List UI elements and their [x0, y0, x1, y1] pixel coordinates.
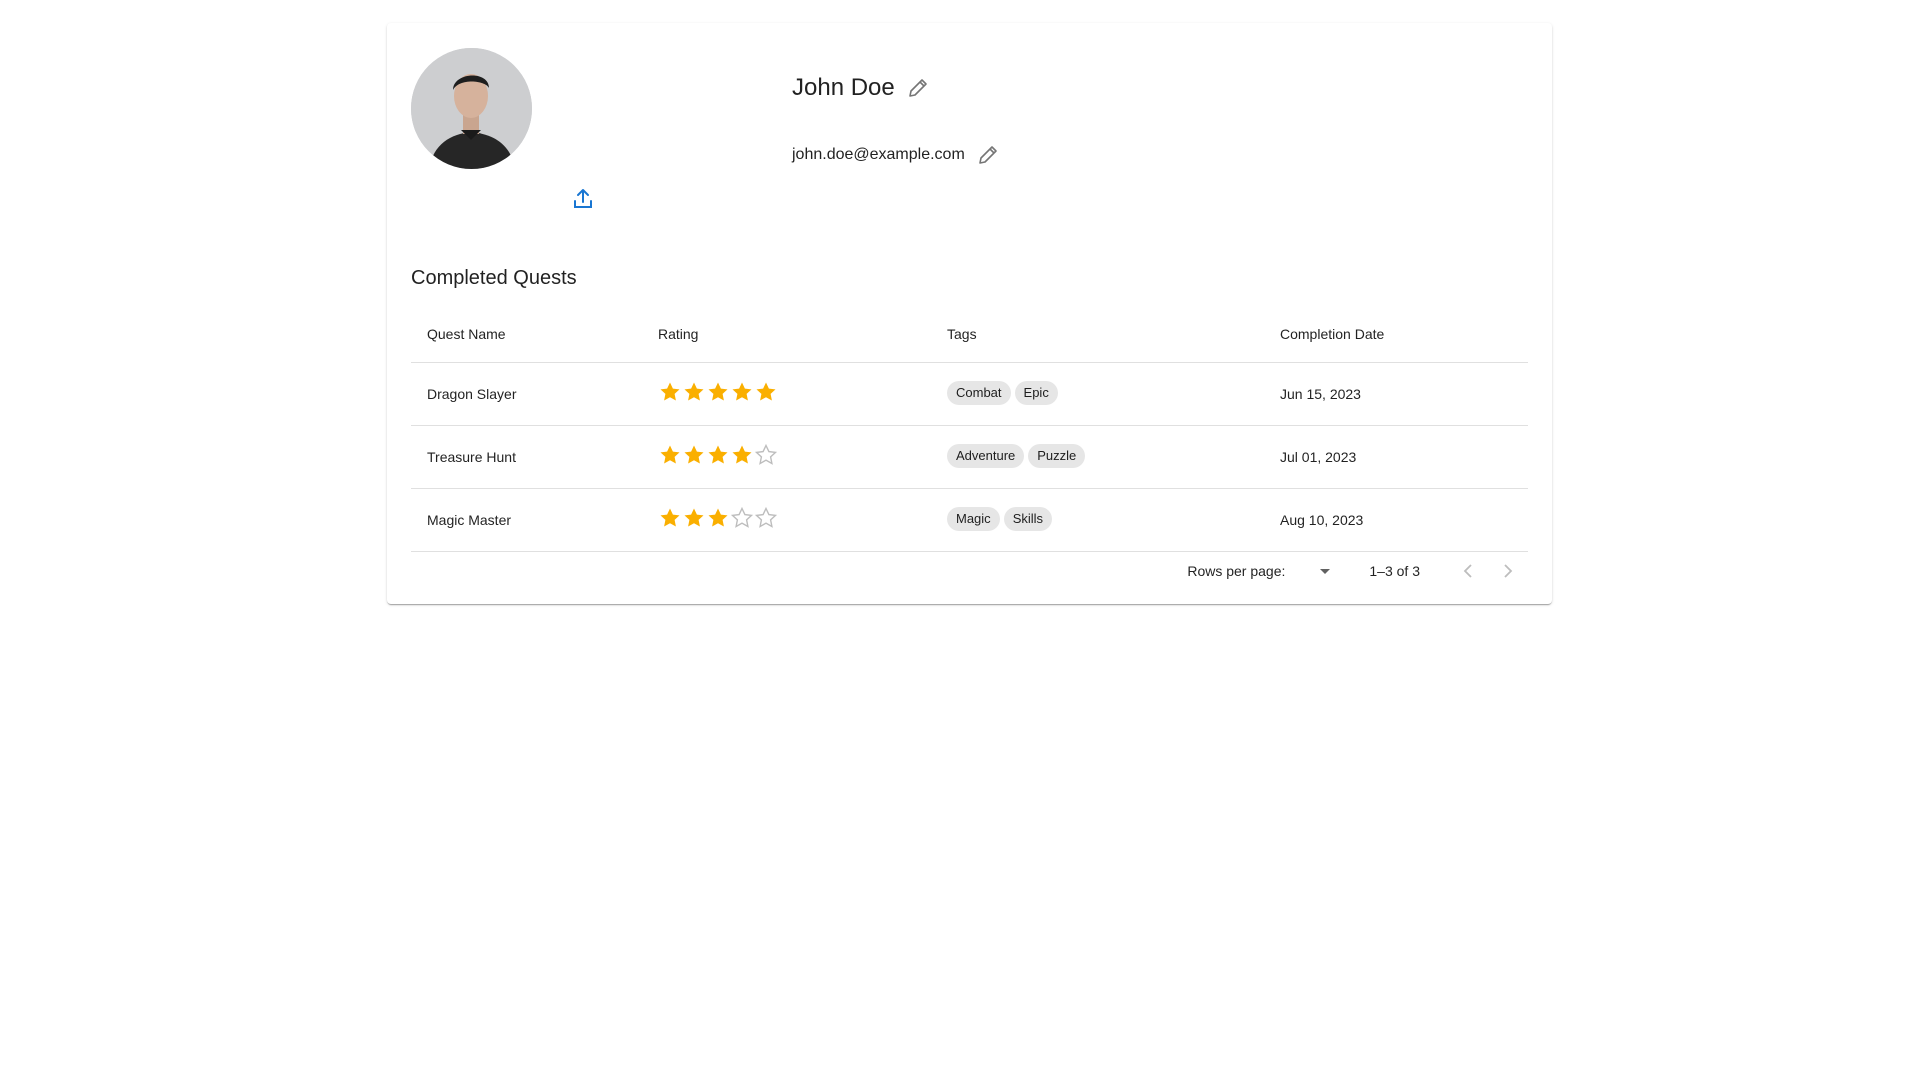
email-row: john.doe@example.com — [792, 140, 1003, 170]
tag-chip: Combat — [947, 380, 1011, 405]
tag-chip: Magic — [947, 506, 1000, 531]
chevron-right-icon — [1504, 564, 1513, 578]
chevron-left-icon — [1463, 564, 1472, 578]
previous-page-button[interactable] — [1448, 551, 1488, 591]
tags-list: Adventure Puzzle — [947, 443, 1248, 468]
star-outline-icon[interactable] — [730, 506, 754, 530]
upload-avatar-button[interactable] — [567, 183, 599, 215]
star-icon[interactable] — [658, 506, 682, 530]
profile-email: john.doe@example.com — [792, 146, 965, 163]
profile-card: John Doe john.doe@example.com Completed … — [387, 23, 1552, 604]
name-row: John Doe — [792, 73, 933, 103]
tag-chip: Puzzle — [1028, 443, 1086, 468]
star-icon[interactable] — [682, 380, 706, 404]
completion-date: Aug 10, 2023 — [1264, 488, 1528, 552]
tags-list: Combat Epic — [947, 380, 1248, 405]
star-icon[interactable] — [706, 506, 730, 530]
arrow-drop-down-icon — [1320, 569, 1331, 574]
rows-per-page-label: Rows per page: — [1187, 563, 1286, 579]
tags-list: Magic Skills — [947, 506, 1248, 531]
star-outline-icon[interactable] — [754, 443, 778, 467]
quests-table: Quest Name Rating Tags Completion Date D… — [411, 306, 1528, 552]
table-row: Dragon Slayer Combat Epic Jun 15, 2023 — [411, 362, 1528, 426]
next-page-button[interactable] — [1488, 551, 1528, 591]
quest-name: Treasure Hunt — [411, 425, 646, 489]
column-header-rating: Rating — [646, 306, 935, 363]
rows-per-page-select[interactable] — [1309, 559, 1341, 583]
section-title: Completed Quests — [411, 267, 577, 289]
table-row: Magic Master Magic Skills Aug 10, 2023 — [411, 488, 1528, 552]
star-icon[interactable] — [706, 380, 730, 404]
pencil-icon — [908, 79, 927, 97]
avatar — [411, 48, 532, 169]
rating-stars — [658, 506, 919, 530]
star-icon[interactable] — [682, 506, 706, 530]
star-icon[interactable] — [730, 380, 754, 404]
star-icon[interactable] — [730, 443, 754, 467]
completion-date: Jul 01, 2023 — [1264, 425, 1528, 489]
pagination-range: 1–3 of 3 — [1369, 563, 1420, 579]
pencil-icon — [978, 146, 997, 164]
edit-name-button[interactable] — [903, 73, 933, 103]
column-header-quest-name: Quest Name — [411, 306, 646, 363]
table-header-row: Quest Name Rating Tags Completion Date — [411, 306, 1528, 363]
tag-chip: Epic — [1014, 380, 1058, 405]
star-icon[interactable] — [658, 380, 682, 404]
profile-name: John Doe — [792, 74, 895, 101]
column-header-completion-date: Completion Date — [1264, 306, 1528, 363]
rating-stars — [658, 380, 919, 404]
rating-stars — [658, 443, 919, 467]
star-icon[interactable] — [658, 443, 682, 467]
table-row: Treasure Hunt Adventure Puzzle Jul 01, 2… — [411, 425, 1528, 489]
star-icon[interactable] — [754, 380, 778, 404]
completion-date: Jun 15, 2023 — [1264, 362, 1528, 426]
quest-name: Magic Master — [411, 488, 646, 552]
edit-email-button[interactable] — [973, 140, 1003, 170]
column-header-tags: Tags — [935, 306, 1264, 363]
tag-chip: Adventure — [947, 443, 1025, 468]
star-icon[interactable] — [682, 443, 706, 467]
table-pagination: Rows per page: 1–3 of 3 — [1187, 551, 1528, 591]
avatar-photo — [411, 48, 532, 169]
upload-icon — [574, 189, 592, 208]
star-outline-icon[interactable] — [754, 506, 778, 530]
quest-name: Dragon Slayer — [411, 362, 646, 426]
tag-chip: Skills — [1003, 506, 1053, 531]
star-icon[interactable] — [706, 443, 730, 467]
